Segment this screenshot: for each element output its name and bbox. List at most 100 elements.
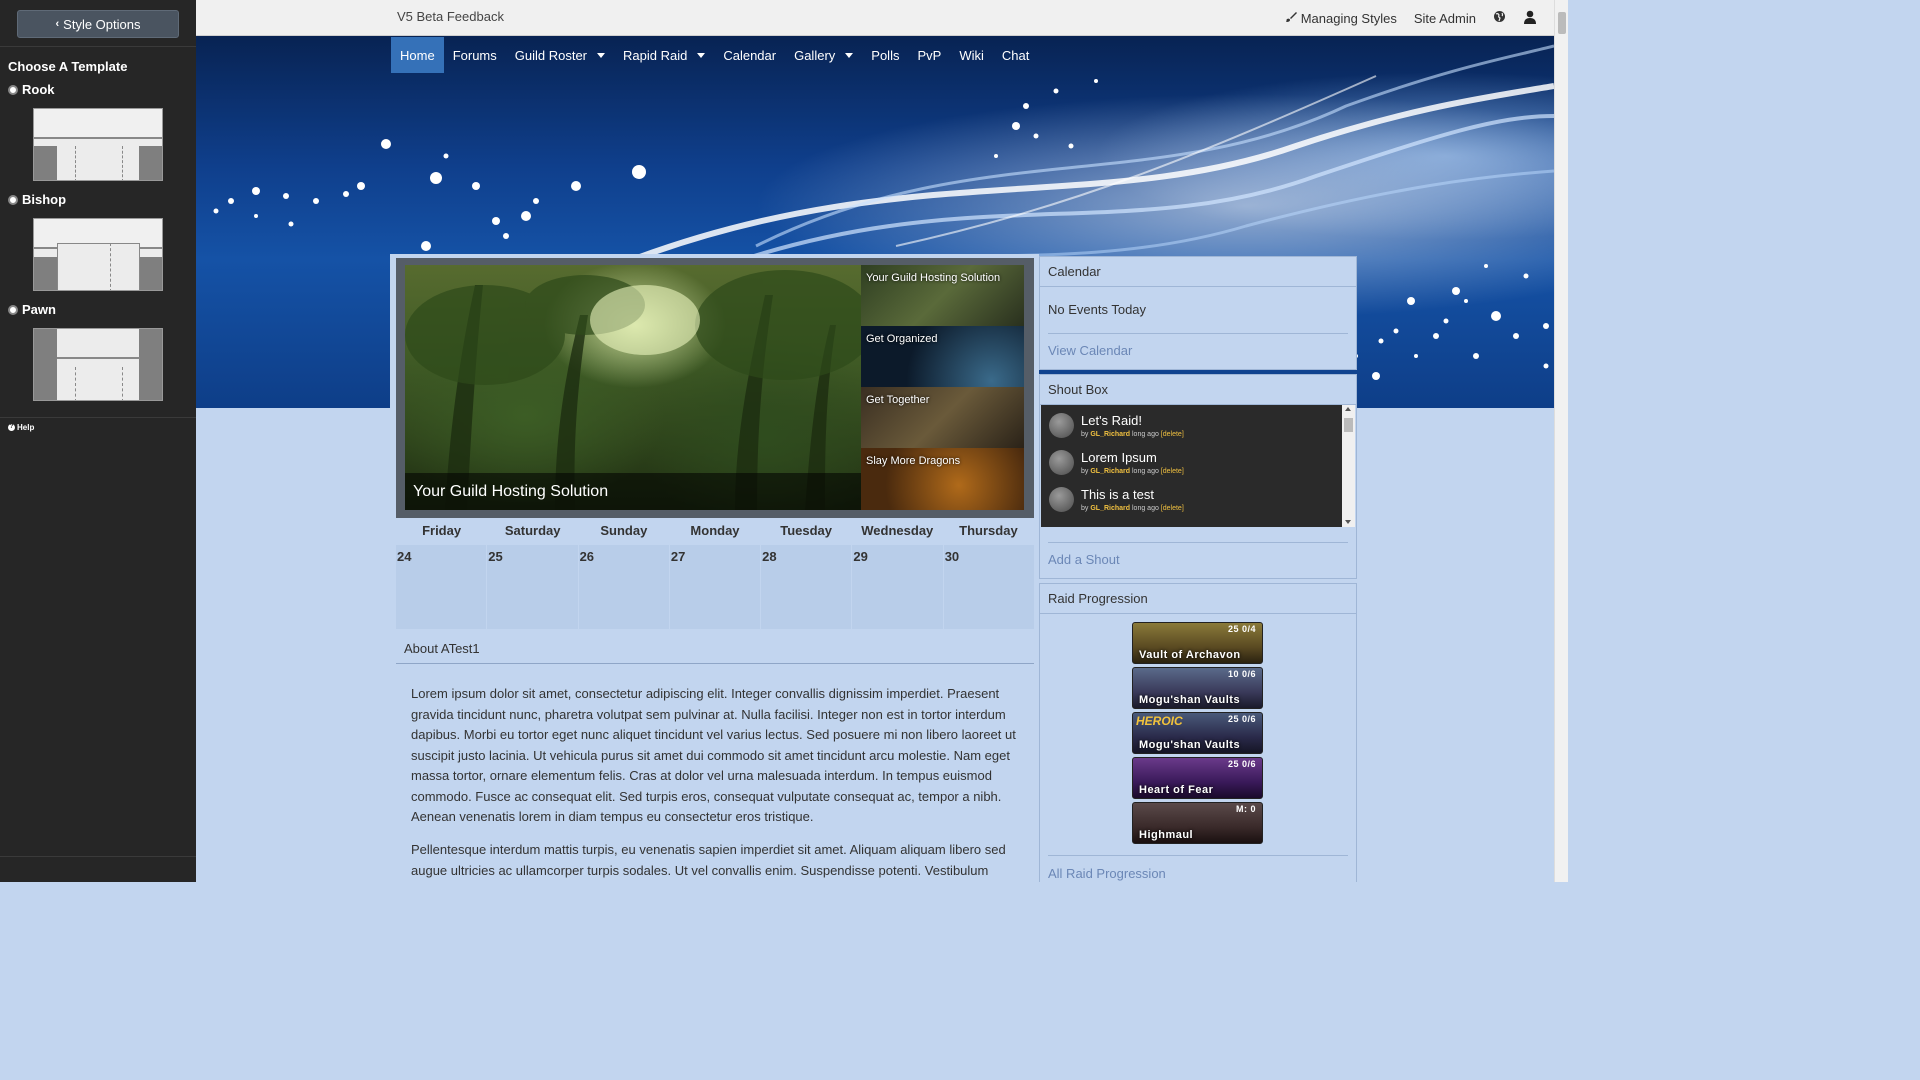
scroll-thumb[interactable] — [1558, 12, 1566, 34]
add-shout-link[interactable]: Add a Shout — [1048, 552, 1120, 567]
nav-label: Home — [400, 47, 435, 63]
nav-polls[interactable]: Polls — [862, 37, 908, 73]
nav-wiki[interactable]: Wiki — [950, 37, 993, 73]
raid-name: Heart of Fear — [1139, 784, 1214, 796]
raid-banner[interactable]: M: 0 Highmaul — [1132, 802, 1263, 844]
shout-user-link[interactable]: GL_Richard — [1090, 505, 1130, 512]
top-bar: V5 Beta Feedback Managing Styles Site Ad… — [196, 0, 1554, 36]
nav-pvp[interactable]: PvP — [908, 37, 950, 73]
about-heading: About ATest1 — [396, 636, 1034, 664]
day-number: 29 — [853, 549, 868, 564]
shout-user-link[interactable]: GL_Richard — [1090, 468, 1130, 475]
divider — [0, 856, 196, 857]
shout-text: Lorem Ipsum — [1081, 450, 1157, 465]
divider — [0, 46, 196, 47]
view-calendar-link[interactable]: View Calendar — [1048, 343, 1132, 358]
shout-by: by — [1081, 505, 1089, 512]
slide-thumb-3[interactable]: Get Together — [861, 387, 1024, 448]
calendar-day[interactable]: 30 — [943, 545, 1034, 629]
day-number: 28 — [762, 549, 777, 564]
shout-delete-link[interactable]: [delete] — [1161, 431, 1184, 438]
template-label: Pawn — [22, 302, 56, 317]
raid-banner[interactable]: HEROIC 25 0/6 Mogu'shan Vaults — [1132, 712, 1263, 754]
raid-banner[interactable]: 25 0/6 Heart of Fear — [1132, 757, 1263, 799]
shout-time: long ago — [1132, 505, 1159, 512]
shout-scrollbar[interactable] — [1342, 405, 1355, 527]
template-thumb-bishop[interactable] — [33, 218, 163, 291]
nav-home[interactable]: Home — [391, 37, 444, 73]
template-option-rook[interactable]: Rook — [8, 82, 55, 97]
help-link[interactable]: ? Help — [8, 423, 34, 432]
about-paragraph-1: Lorem ipsum dolor sit amet, consectetur … — [411, 686, 1016, 824]
globe-button[interactable] — [1493, 10, 1506, 26]
shout-text: This is a test — [1081, 487, 1154, 502]
raid-count: 25 0/6 — [1227, 714, 1256, 724]
nav-label: Rapid Raid — [623, 47, 688, 63]
weekday-label: Saturday — [504, 523, 561, 538]
nav-gallery[interactable]: Gallery — [785, 37, 862, 73]
radio-bishop[interactable] — [8, 194, 18, 205]
scroll-thumb[interactable] — [1344, 418, 1353, 432]
shout-list: Let's Raid! by GL_Richard long ago [dele… — [1041, 405, 1355, 527]
radio-pawn[interactable] — [8, 304, 18, 315]
help-label: Help — [17, 423, 35, 432]
shout-item: Lorem Ipsum by GL_Richard long ago [dele… — [1049, 450, 1184, 475]
nav-label: Gallery — [794, 47, 836, 63]
caret-down-icon — [845, 52, 854, 58]
shout-delete-link[interactable]: [delete] — [1161, 505, 1184, 512]
divider — [1048, 855, 1348, 856]
nav-rapid-raid[interactable]: Rapid Raid — [614, 37, 714, 73]
calendar-day[interactable]: 27 — [669, 545, 761, 629]
calendar-day[interactable]: 29 — [852, 545, 943, 629]
weekday-label: Tuesday — [780, 523, 833, 538]
divider — [0, 417, 196, 418]
chevron-left-icon: ‹ — [55, 18, 60, 30]
page-scrollbar[interactable] — [1554, 0, 1568, 882]
raid-count: 25 0/6 — [1227, 759, 1256, 769]
site-admin-link[interactable]: Site Admin — [1414, 11, 1476, 26]
weekday-label: Wednesday — [861, 523, 934, 538]
site-name-link[interactable]: V5 Beta Feedback — [397, 9, 504, 24]
template-thumb-rook[interactable] — [33, 108, 163, 181]
nav-guild-roster[interactable]: Guild Roster — [506, 37, 614, 73]
scroll-down-icon[interactable] — [1345, 520, 1351, 524]
nav-chat[interactable]: Chat — [993, 37, 1038, 73]
scroll-up-icon[interactable] — [1345, 407, 1351, 411]
calendar-day[interactable]: 25 — [487, 545, 578, 629]
raid-count: 10 0/6 — [1227, 669, 1256, 679]
radio-rook[interactable] — [8, 84, 18, 95]
caret-down-icon — [597, 52, 605, 58]
slide-thumb-2[interactable]: Get Organized — [861, 326, 1024, 387]
shout-user-link[interactable]: GL_Richard — [1090, 431, 1130, 438]
shout-delete-link[interactable]: [delete] — [1161, 468, 1184, 475]
weekday-label: Sunday — [600, 523, 648, 538]
style-options-button[interactable]: ‹ Style Options — [17, 10, 179, 38]
calendar-day[interactable]: 26 — [578, 545, 669, 629]
about-paragraph-2: Pellentesque interdum mattis turpis, eu … — [411, 842, 1006, 878]
raid-banner[interactable]: 10 0/6 Mogu'shan Vaults — [1132, 667, 1263, 709]
calendar-panel-title: Calendar — [1040, 257, 1356, 287]
nav-forums[interactable]: Forums — [444, 37, 506, 73]
raid-banner[interactable]: 25 0/4 Vault of Archavon — [1132, 622, 1263, 664]
calendar-day[interactable]: 28 — [761, 545, 852, 629]
slide-thumb-1[interactable]: Your Guild Hosting Solution — [861, 265, 1024, 326]
nav-label: Chat — [1001, 47, 1030, 63]
shout-meta: by GL_Richard long ago [delete] — [1081, 431, 1184, 438]
nav-label: PvP — [917, 47, 942, 63]
nav-label: Polls — [871, 47, 900, 63]
slide-caption: Your Guild Hosting Solution — [405, 473, 861, 510]
template-option-bishop[interactable]: Bishop — [8, 192, 66, 207]
template-thumb-pawn[interactable] — [33, 328, 163, 401]
managing-styles-link[interactable]: Managing Styles — [1285, 11, 1397, 26]
all-raid-progression-link[interactable]: All Raid Progression — [1048, 866, 1166, 881]
template-option-pawn[interactable]: Pawn — [8, 302, 56, 317]
nav-label: Forums — [452, 47, 497, 63]
calendar-day[interactable]: 24 — [396, 545, 487, 629]
day-number: 30 — [944, 549, 960, 564]
nav-calendar[interactable]: Calendar — [714, 37, 785, 73]
day-number: 26 — [579, 549, 595, 564]
shout-meta: by GL_Richard long ago [delete] — [1081, 505, 1184, 512]
slide-thumb-4[interactable]: Slay More Dragons — [861, 448, 1024, 510]
user-menu-button[interactable] — [1523, 10, 1537, 27]
template-label: Rook — [22, 82, 55, 97]
